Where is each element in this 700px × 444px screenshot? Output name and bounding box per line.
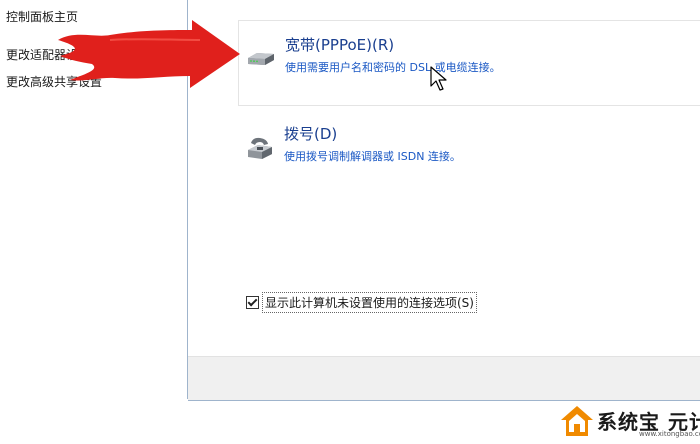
dialog-footer <box>188 356 700 401</box>
nav-link-change-adapter-settings[interactable]: 更改适配器设置 <box>6 46 90 63</box>
option-broadband-title[interactable]: 宽带(PPPoE)(R) <box>285 34 394 55</box>
option-broadband-pppoe[interactable]: 宽带(PPPoE)(R) 使用需要用户名和密码的 DSL 或电缆连接。 <box>238 20 700 106</box>
window: 控制面板主页 更改适配器设置 更改高级共享设置 宽带(PPPoE)(R) 使用需… <box>0 0 700 444</box>
show-unconfigured-checkbox[interactable] <box>246 296 259 309</box>
watermark-url: www.xitongbao.com <box>639 430 700 438</box>
house-logo-icon <box>561 406 593 436</box>
nav-link-change-advanced-sharing[interactable]: 更改高级共享设置 <box>6 73 102 90</box>
show-unconfigured-label[interactable]: 显示此计算机未设置使用的连接选项(S) <box>262 292 477 313</box>
option-dialup-title[interactable]: 拨号(D) <box>284 123 337 144</box>
option-dialup[interactable]: 拨号(D) 使用拨号调制解调器或 ISDN 连接。 <box>238 110 700 194</box>
option-dialup-description: 使用拨号调制解调器或 ISDN 连接。 <box>284 150 461 163</box>
option-broadband-description: 使用需要用户名和密码的 DSL 或电缆连接。 <box>285 61 501 74</box>
site-watermark: 系统宝 元计算 www.xitongbao.com <box>555 400 700 444</box>
mouse-cursor-icon <box>430 66 447 91</box>
nav-link-control-panel-home[interactable]: 控制面板主页 <box>6 8 78 25</box>
show-unconfigured-options[interactable]: 显示此计算机未设置使用的连接选项(S) <box>246 292 477 313</box>
broadband-modem-icon <box>245 41 277 73</box>
left-nav: 控制面板主页 更改适配器设置 更改高级共享设置 <box>0 0 186 444</box>
dialup-phone-icon <box>244 130 276 162</box>
